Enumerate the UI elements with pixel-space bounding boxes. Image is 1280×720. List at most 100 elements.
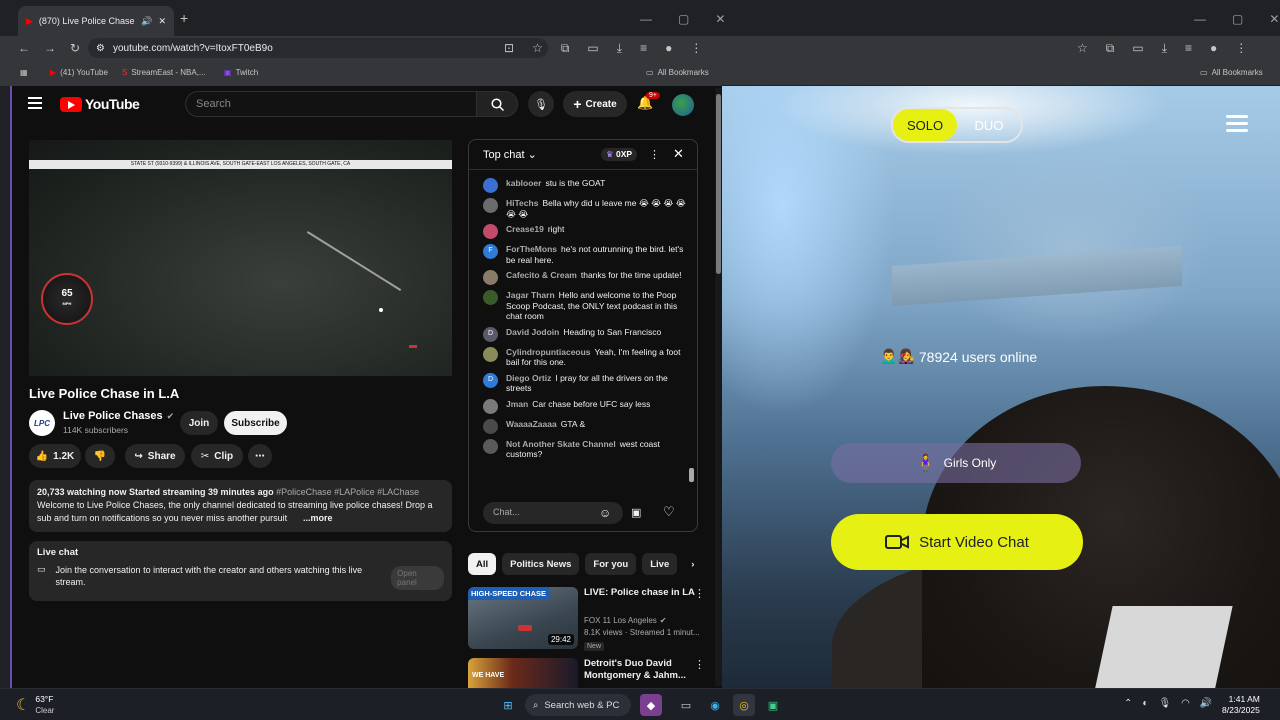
- task-view-icon[interactable]: ▭: [675, 694, 697, 716]
- microphone-icon[interactable]: 🎙: [1158, 698, 1171, 709]
- profile-icon[interactable]: ●: [1210, 41, 1217, 56]
- youtube-logo[interactable]: YouTube: [60, 96, 140, 112]
- page-scrollbar[interactable]: [715, 88, 722, 686]
- recommendation-more-icon[interactable]: ⋮: [694, 587, 705, 600]
- forward-icon[interactable]: →: [44, 41, 56, 55]
- chip-politics-news[interactable]: Politics News: [502, 553, 580, 575]
- dislike-button[interactable]: 👎: [85, 444, 115, 468]
- recommendation-item[interactable]: WE HAVE Detroit's Duo David Montgomery &…: [468, 658, 708, 688]
- chat-author-avatar[interactable]: [483, 398, 498, 414]
- chat-author-name[interactable]: kablooer: [506, 178, 541, 188]
- chat-author-name[interactable]: Cafecito & Cream: [506, 270, 577, 280]
- media-icon[interactable]: ≡: [1185, 41, 1192, 56]
- tray-chevron-icon[interactable]: ⌃: [1124, 698, 1132, 709]
- recommendation-thumbnail[interactable]: WE HAVE: [468, 658, 578, 688]
- chat-author-avatar[interactable]: [483, 224, 498, 239]
- weather-widget[interactable]: ☾ 63°F Clear: [16, 694, 54, 716]
- super-chat-icon[interactable]: ▣: [631, 506, 641, 519]
- chat-close-icon[interactable]: ✕: [673, 146, 684, 162]
- start-windows-icon[interactable]: ⊞: [497, 694, 519, 716]
- start-video-chat-button[interactable]: Start Video Chat: [831, 514, 1083, 570]
- wifi-icon[interactable]: ◠: [1181, 698, 1190, 709]
- menu-icon[interactable]: ⋮: [1235, 41, 1247, 56]
- clip-button[interactable]: ✂ Clip: [191, 444, 243, 468]
- minimize-icon[interactable]: —: [640, 12, 652, 26]
- recommendation-channel[interactable]: FOX 11 Los Angeles ✔: [584, 615, 667, 627]
- top-chat-dropdown[interactable]: Top chat ⌄: [483, 148, 537, 161]
- download-icon[interactable]: ⤓: [617, 41, 622, 56]
- chat-author-avatar[interactable]: [483, 418, 498, 434]
- clock[interactable]: 1:41 AM 8/23/2025: [1222, 694, 1260, 716]
- edge-browser-icon[interactable]: ◉: [704, 694, 726, 716]
- chip-for-you[interactable]: For you: [585, 553, 637, 575]
- install-icon[interactable]: ⊡: [504, 41, 514, 56]
- close-icon[interactable]: ✕: [715, 12, 725, 26]
- chat-author-name[interactable]: Diego Ortiz: [506, 373, 551, 383]
- chat-author-avatar[interactable]: [483, 290, 498, 305]
- chat-author-name[interactable]: Not Another Skate Channel: [506, 439, 616, 449]
- app-icon[interactable]: ▣: [762, 694, 784, 716]
- girls-only-button[interactable]: 🧍‍♀️ Girls Only: [831, 443, 1081, 483]
- chat-author-avatar[interactable]: D: [483, 326, 498, 342]
- duo-toggle[interactable]: DUO: [957, 109, 1021, 141]
- video-player[interactable]: STATE ST (9310-9399) & ILLINOIS AVE, SOU…: [29, 140, 452, 376]
- page-scrollbar-thumb[interactable]: [716, 94, 721, 274]
- star-icon[interactable]: ☆: [532, 41, 543, 56]
- address-bar[interactable]: ⚙ youtube.com/watch?v=ItoxFT0eB9o: [88, 38, 548, 58]
- bookmark-streameast[interactable]: S StreamEast - NBA,...: [122, 68, 206, 77]
- game-app-icon[interactable]: ◆: [640, 694, 662, 716]
- taskbar-search[interactable]: ⌕ Search web & PC: [525, 694, 631, 716]
- new-tab-icon[interactable]: +: [180, 10, 188, 26]
- apps-icon[interactable]: ▦: [20, 68, 28, 77]
- emoji-icon[interactable]: ☺: [599, 506, 611, 520]
- chip-all[interactable]: All: [468, 553, 497, 575]
- chat-author-name[interactable]: David Jodoin: [506, 327, 559, 337]
- site-info-icon[interactable]: ⚙: [96, 43, 105, 54]
- chat-author-name[interactable]: ForTheMons: [506, 244, 557, 254]
- heart-icon[interactable]: ♡: [663, 504, 675, 520]
- search-button[interactable]: [476, 91, 518, 117]
- chat-author-avatar[interactable]: [483, 178, 498, 193]
- like-button[interactable]: 👍 1.2K: [29, 444, 81, 468]
- solo-toggle[interactable]: SOLO: [893, 109, 957, 141]
- chip-live[interactable]: Live: [642, 553, 678, 575]
- tab-close-icon[interactable]: ✕: [158, 16, 166, 27]
- cast-icon[interactable]: ▭: [1132, 41, 1143, 56]
- close-icon[interactable]: ✕: [1269, 12, 1279, 26]
- cast-icon[interactable]: ▭: [587, 41, 598, 56]
- minimize-icon[interactable]: —: [1194, 12, 1206, 26]
- all-bookmarks[interactable]: ▭ All Bookmarks: [1200, 68, 1263, 77]
- hamburger-menu-icon[interactable]: [1226, 115, 1248, 133]
- chat-author-avatar[interactable]: F: [483, 244, 498, 259]
- channel-name[interactable]: Live Police Chases ✔: [63, 410, 174, 422]
- all-bookmarks[interactable]: ▭ All Bookmarks: [646, 68, 709, 77]
- menu-icon[interactable]: ⋮: [690, 41, 702, 56]
- recommendation-more-icon[interactable]: ⋮: [694, 658, 705, 671]
- chat-author-avatar[interactable]: [483, 198, 498, 213]
- extensions-icon[interactable]: ⧉: [1106, 41, 1115, 56]
- maximize-icon[interactable]: ▢: [1232, 12, 1243, 26]
- chat-author-name[interactable]: Cylindropuntiaceous: [506, 347, 591, 357]
- search-input[interactable]: Search: [185, 91, 477, 117]
- chat-author-name[interactable]: HiTechs: [506, 198, 538, 208]
- share-button[interactable]: ↪ Share: [125, 444, 185, 468]
- chat-author-avatar[interactable]: [483, 270, 498, 285]
- maximize-icon[interactable]: ▢: [678, 12, 689, 26]
- recommendation-item[interactable]: HIGH-SPEED CHASE 29:42 LIVE: Police chas…: [468, 587, 708, 653]
- more-actions-button[interactable]: ⋯: [248, 444, 272, 468]
- profile-icon[interactable]: ●: [665, 41, 672, 56]
- volume-icon[interactable]: 🔊: [1200, 698, 1212, 709]
- open-panel-button[interactable]: Open panel: [391, 566, 444, 590]
- star-icon[interactable]: ☆: [1077, 41, 1088, 56]
- chat-author-avatar[interactable]: [483, 438, 498, 454]
- download-icon[interactable]: ⤓: [1162, 41, 1167, 56]
- account-avatar[interactable]: [672, 94, 694, 116]
- chrome-browser-icon[interactable]: ◎: [733, 694, 755, 716]
- show-more-link[interactable]: ...more: [299, 512, 333, 525]
- voice-search-button[interactable]: 🎙: [528, 91, 554, 117]
- media-icon[interactable]: ≡: [640, 41, 647, 56]
- speaker-icon[interactable]: 🔊: [141, 16, 152, 27]
- bookmark-youtube[interactable]: ▶ (41) YouTube: [50, 68, 108, 77]
- chat-author-name[interactable]: WaaaaZaaaa: [506, 419, 557, 429]
- description-box[interactable]: 20,733 watching now Started streaming 39…: [29, 480, 452, 532]
